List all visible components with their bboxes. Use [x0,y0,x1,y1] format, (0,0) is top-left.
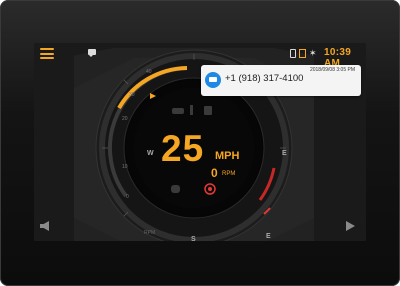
compass-south: S [191,236,196,241]
scale-label-0: 0 [126,194,129,200]
compass-east: E [282,150,287,157]
device-bezel: 40 30 20 10 0 W E S E RPM ✶ 10:39 AM 25 … [0,0,400,286]
battery-icon [299,48,306,58]
notification-timestamp: 2018/09/08 3:05 PM [309,67,355,73]
message-icon [205,72,221,88]
compass-south-east: E [266,233,271,240]
dashboard-screen: 40 30 20 10 0 W E S E RPM ✶ 10:39 AM 25 … [34,43,366,241]
scale-label-10: 10 [122,164,128,170]
rpm-unit: RPM [222,171,236,177]
scale-label-30: 30 [129,92,135,98]
speed-value: 25 [161,128,205,169]
wifi-icon [290,48,296,58]
scale-label-20: 20 [122,116,128,122]
scale-label-40: 40 [146,69,152,75]
notification-phone-number: +1 (918) 317-4100 [225,73,304,84]
previous-screen-arrow-icon[interactable] [40,221,49,231]
message-icon[interactable] [88,49,96,57]
next-screen-arrow-icon[interactable] [346,221,355,231]
compass-west: W [147,150,154,157]
bluetooth-icon: ✶ [309,47,317,58]
menu-icon[interactable] [40,48,54,59]
rpm-scale-label: RPM [144,230,155,236]
system-icons: ✶ [290,47,317,59]
rpm-value: 0 [211,166,218,180]
status-bar: ✶ 10:39 AM [34,43,366,69]
call-notification[interactable]: +1 (918) 317-4100 2018/09/08 3:05 PM [201,65,361,96]
speed-unit: MPH [215,150,240,162]
